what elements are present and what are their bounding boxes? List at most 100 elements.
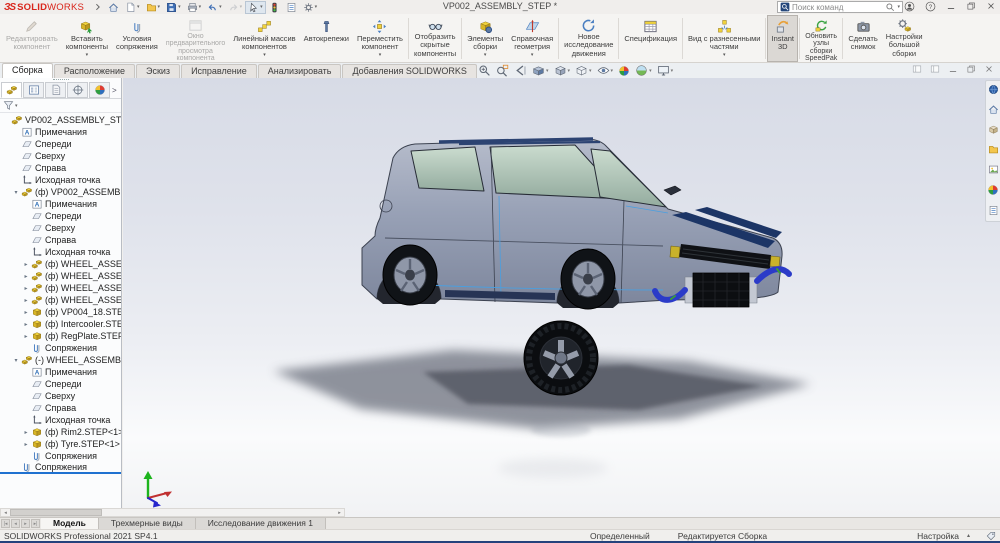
- view-settings-button[interactable]: ▾: [656, 64, 675, 77]
- tag-icon[interactable]: [986, 531, 996, 541]
- configuration-caret-icon[interactable]: ▴: [967, 532, 970, 539]
- print-button[interactable]: ▾: [184, 1, 205, 14]
- appearances-button[interactable]: [987, 184, 999, 198]
- section-view-button[interactable]: ▾: [531, 64, 550, 77]
- new-document-dropdown-icon[interactable]: ▾: [137, 4, 140, 10]
- model-tab-nav-1[interactable]: |◂: [1, 519, 10, 528]
- tree-item[interactable]: Исходная точка: [0, 174, 121, 186]
- tree-item[interactable]: ▸(ф) Rim2.STEP<1> (По умол: [0, 426, 121, 438]
- tree-item[interactable]: ▸(ф) WHEEL_ASSEMBLY_2.STEP: [0, 282, 121, 294]
- file-properties-button[interactable]: [283, 1, 300, 14]
- apply-scene-dropdown-icon[interactable]: ▾: [649, 68, 652, 74]
- insert-components-button[interactable]: Вставитькомпоненты▾: [62, 15, 112, 62]
- scrollbar-thumb[interactable]: [10, 509, 102, 516]
- redo-button[interactable]: ▾: [225, 1, 246, 14]
- fm-tab-asm[interactable]: [1, 82, 22, 98]
- account-button[interactable]: [904, 1, 915, 14]
- search-input[interactable]: [792, 3, 883, 12]
- section-view-dropdown-icon[interactable]: ▾: [546, 68, 549, 74]
- open-dropdown-icon[interactable]: ▾: [158, 4, 161, 10]
- new-motion-study-button[interactable]: Новоеисследованиедвижения: [560, 15, 617, 62]
- save-button[interactable]: ▾: [163, 1, 184, 14]
- tree-item[interactable]: ▸(ф) Tyre.STEP<1> (По умолч: [0, 438, 121, 450]
- ribbon-tab-1[interactable]: Сборка: [2, 63, 53, 78]
- model-tab-2[interactable]: Трехмерные виды: [99, 518, 196, 529]
- mate-button[interactable]: Условиясопряжения: [112, 15, 162, 62]
- doc-minimize-button[interactable]: [948, 64, 958, 76]
- move-component-dropdown-icon[interactable]: ▾: [379, 52, 382, 58]
- detached-wheel[interactable]: [524, 321, 598, 395]
- tree-item[interactable]: ▾(-) WHEEL_ASSEMBLY_2_STEP.STE: [0, 354, 121, 366]
- search-dropdown-icon[interactable]: ▾: [897, 4, 900, 10]
- options-dropdown-icon[interactable]: ▾: [315, 4, 318, 10]
- linear-component-pattern-button[interactable]: Линейный массивкомпонентов▾: [229, 15, 299, 62]
- model-tab-nav-2[interactable]: ◂: [11, 519, 20, 528]
- tree-item[interactable]: Сверху: [0, 150, 121, 162]
- marketplace-button[interactable]: [988, 84, 999, 97]
- filter-funnel-icon[interactable]: [3, 100, 14, 111]
- tree-item[interactable]: Сопряжения: [0, 450, 121, 462]
- select-button[interactable]: ▾: [245, 1, 266, 14]
- configuration-label[interactable]: Настройка: [917, 531, 959, 541]
- horizontal-scrollbar[interactable]: ◂ ▸: [0, 508, 345, 517]
- tree-item[interactable]: Сверху: [0, 390, 121, 402]
- new-document-button[interactable]: ▾: [122, 1, 143, 14]
- edit-appearance-button[interactable]: [617, 65, 631, 77]
- reference-geometry-button[interactable]: Справочнаягеометрия▾: [507, 15, 557, 62]
- car-assembly-model[interactable]: [123, 78, 1000, 517]
- model-tab-1[interactable]: Модель: [41, 518, 99, 529]
- intercooler[interactable]: [685, 273, 757, 307]
- print-dropdown-icon[interactable]: ▾: [199, 4, 202, 10]
- tree-expand-icon[interactable]: ▸: [22, 309, 30, 316]
- redo-dropdown-icon[interactable]: ▾: [240, 4, 243, 10]
- exploded-view-button[interactable]: Вид с разнесеннымичастями▾: [684, 15, 764, 62]
- bill-of-materials-button[interactable]: Спецификация: [620, 15, 681, 62]
- model-tab-nav-4[interactable]: ▸|: [31, 519, 40, 528]
- search-icon[interactable]: [885, 2, 895, 12]
- fm-tab-fmprop[interactable]: [45, 82, 66, 98]
- design-library-button[interactable]: [988, 124, 999, 137]
- move-component-button[interactable]: Переместитькомпонент▾: [353, 15, 407, 62]
- ribbon-tab-4[interactable]: Исправление: [181, 64, 257, 78]
- tree-item[interactable]: Спереди: [0, 378, 121, 390]
- large-assembly-settings-button[interactable]: Настройкибольшойсборки: [882, 15, 927, 62]
- rebuild-button[interactable]: [266, 1, 283, 14]
- resources-button[interactable]: [988, 104, 999, 117]
- tree-expand-icon[interactable]: ▾: [12, 357, 20, 364]
- custom-properties-button[interactable]: [988, 205, 999, 218]
- assembly-features-button[interactable]: Элементысборки▾: [463, 15, 507, 62]
- linear-component-pattern-dropdown-icon[interactable]: ▾: [263, 52, 266, 58]
- tree-item[interactable]: ▾(ф) VP002_ASSEMBLY_STEP.STEP<: [0, 186, 121, 198]
- command-search[interactable]: ▾: [777, 1, 903, 13]
- scroll-left-icon[interactable]: ◂: [1, 510, 10, 516]
- tree-item[interactable]: AПримечания: [0, 126, 121, 138]
- undo-button[interactable]: ▾: [204, 1, 225, 14]
- update-speedpak-button[interactable]: ОбновитьузлысборкиSpeedPak: [801, 15, 841, 62]
- ribbon-tab-5[interactable]: Анализировать: [258, 64, 342, 78]
- car-wheel-rear[interactable]: [383, 245, 437, 305]
- fm-tabs-overflow-button[interactable]: >: [112, 86, 117, 95]
- doc-close-button[interactable]: [984, 64, 994, 76]
- tree-item[interactable]: Справа: [0, 234, 121, 246]
- previous-view-button[interactable]: [513, 64, 528, 77]
- fm-tab-config[interactable]: [67, 82, 88, 98]
- tree-item[interactable]: Сопряжения: [0, 462, 121, 474]
- tree-item[interactable]: Справа: [0, 402, 121, 414]
- tree-item[interactable]: Сопряжения: [0, 342, 121, 354]
- tree-expand-icon[interactable]: ▸: [22, 297, 30, 304]
- smart-fasteners-button[interactable]: Автокрепежи: [300, 15, 353, 62]
- insert-components-dropdown-icon[interactable]: ▾: [86, 52, 89, 58]
- tree-expand-icon[interactable]: ▸: [22, 441, 30, 448]
- tree-item[interactable]: Спереди: [0, 138, 121, 150]
- tree-item[interactable]: AПримечания: [0, 366, 121, 378]
- menu-expand-button[interactable]: [90, 1, 105, 14]
- tree-expand-icon[interactable]: ▾: [12, 189, 20, 196]
- tree-expand-icon[interactable]: ▸: [22, 429, 30, 436]
- home-button[interactable]: [105, 1, 122, 14]
- doc-restore-button[interactable]: [966, 64, 976, 76]
- view-settings-dropdown-icon[interactable]: ▾: [671, 68, 674, 74]
- tree-expand-icon[interactable]: ▸: [22, 285, 30, 292]
- tree-item[interactable]: AПримечания: [0, 198, 121, 210]
- select-dropdown-icon[interactable]: ▾: [260, 4, 263, 10]
- car-wheel-front[interactable]: [561, 249, 615, 309]
